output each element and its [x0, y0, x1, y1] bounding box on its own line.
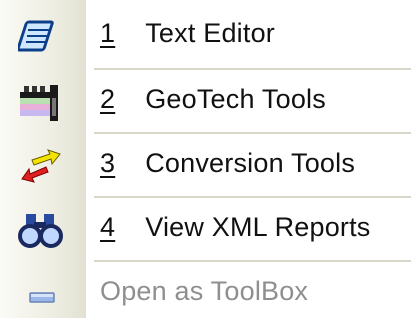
conversion-arrows-icon [18, 148, 64, 186]
menu-item-label: 2 GeoTech Tools [100, 84, 326, 114]
geotech-icon [18, 84, 64, 122]
context-menu: 1 Text Editor 2 GeoTech Tools 3 Conversi… [0, 0, 411, 318]
menu-item-label: 4 View XML Reports [100, 212, 371, 242]
notepad-icon [18, 18, 64, 56]
menu-item-label: Open as ToolBox [100, 276, 309, 306]
binoculars-icon [18, 212, 64, 250]
menu-item-label: 3 Conversion Tools [100, 148, 356, 178]
toolbox-icon [18, 276, 64, 314]
menu-item-open-as-toolbox[interactable]: Open as ToolBox [0, 262, 411, 326]
menu-item-text-editor[interactable]: 1 Text Editor [0, 4, 411, 68]
menu-item-geotech-tools[interactable]: 2 GeoTech Tools [0, 70, 411, 134]
menu-item-conversion-tools[interactable]: 3 Conversion Tools [0, 134, 411, 198]
menu-item-view-xml-reports[interactable]: 4 View XML Reports [0, 198, 411, 262]
menu-item-label: 1 Text Editor [100, 18, 275, 48]
